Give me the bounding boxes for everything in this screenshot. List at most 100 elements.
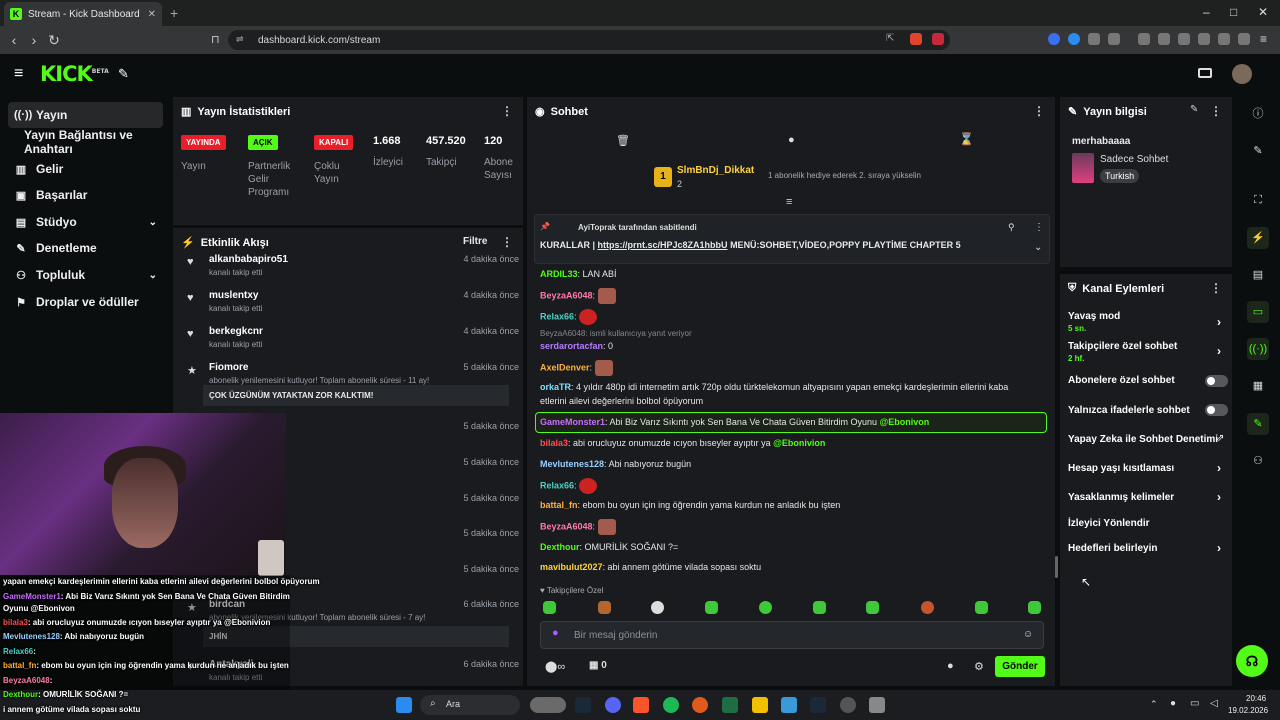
sidebar-item-studyo[interactable]: ▤ Stüdyo ⌄ (8, 209, 163, 235)
more-options-icon[interactable]: ⋮ (1210, 104, 1222, 118)
extension-icon[interactable] (1068, 33, 1080, 45)
steam-icon[interactable] (810, 697, 826, 713)
category-name[interactable]: Sadece Sohbet (1100, 154, 1168, 165)
address-bar[interactable]: dashboard.kick.com/stream (228, 30, 950, 50)
raid-setting[interactable]: İzleyici Yönlendir (1068, 518, 1150, 529)
minimize-icon[interactable]: – (1203, 5, 1210, 19)
extensions-puzzle-icon[interactable] (1088, 33, 1100, 45)
info-icon[interactable]: ⓘ (1247, 103, 1269, 125)
tray-chevron-icon[interactable]: ⌃ (1150, 699, 1158, 710)
account-age-setting[interactable]: Hesap yaşı kısıtlaması (1068, 463, 1174, 474)
edit-icon[interactable]: ✎ (1247, 140, 1269, 162)
chevron-right-icon[interactable]: › (1217, 490, 1221, 504)
top-gifter-name[interactable]: SlmBnDj_Dikkat (677, 165, 754, 176)
new-tab-icon[interactable]: + (170, 5, 178, 21)
leo-ai-icon[interactable] (1218, 33, 1230, 45)
sidebar-item-yayin[interactable]: ((·)) Yayın (8, 102, 163, 128)
emote-icon[interactable] (759, 601, 772, 614)
document-icon[interactable]: ▤ (1247, 264, 1269, 286)
support-headset-icon[interactable]: ☊ (1236, 645, 1268, 677)
trash-icon[interactable]: 🗑 (616, 134, 630, 147)
chevron-right-icon[interactable]: › (1217, 541, 1221, 555)
more-options-icon[interactable]: ⋮ (1034, 222, 1044, 233)
emote-icon[interactable] (651, 601, 664, 614)
wrench-icon[interactable]: ✎ (1247, 413, 1269, 435)
emote-icon[interactable] (975, 601, 988, 614)
lightning-icon[interactable]: ⚡ (1247, 227, 1269, 249)
sidebar-item-basarilar[interactable]: ▣ Başarılar (8, 182, 163, 208)
microphone-icon[interactable]: ● (552, 627, 559, 639)
chat-scrollbar[interactable] (1055, 556, 1058, 578)
banned-words-setting[interactable]: Yasaklanmış kelimeler (1068, 492, 1174, 503)
app-icon[interactable] (781, 697, 797, 713)
hourglass-icon[interactable]: ⌛ (959, 132, 974, 146)
chat-bubble-icon[interactable]: ● (947, 660, 954, 672)
user-avatar[interactable] (1232, 64, 1252, 84)
emote-icon[interactable] (543, 601, 556, 614)
discord-icon[interactable] (605, 697, 621, 713)
close-tab-icon[interactable]: ✕ (148, 9, 156, 20)
broadcast-icon[interactable]: ((·)) (1247, 338, 1269, 360)
spotify-icon[interactable] (663, 697, 679, 713)
more-options-icon[interactable]: ⋮ (1033, 104, 1045, 118)
sidebar-item-stream-key[interactable]: Yayın Bağlantısı ve Anahtarı (8, 128, 163, 156)
site-info-icon[interactable]: ⇌ (236, 34, 244, 45)
download-icon[interactable] (1138, 33, 1150, 45)
sidebar-item-denetleme[interactable]: ✎ Denetleme (8, 235, 163, 261)
emote-only-toggle[interactable] (1205, 404, 1228, 416)
chevron-right-icon[interactable]: › (1217, 315, 1221, 329)
forward-icon[interactable]: › (24, 32, 44, 48)
browser-tab[interactable]: K Stream - Kick Dashboard ✕ (4, 2, 162, 26)
chevron-right-icon[interactable]: › (1217, 461, 1221, 475)
bookmark-icon[interactable]: ⊓ (211, 33, 220, 46)
clock-date[interactable]: 19.02.2026 (1228, 706, 1268, 715)
close-window-icon[interactable]: ✕ (1258, 5, 1268, 19)
emoji-icon[interactable]: ☺ (1023, 629, 1033, 640)
app-icon[interactable] (692, 697, 708, 713)
volume-icon[interactable]: ◁ (1210, 698, 1218, 709)
more-options-icon[interactable]: ⋮ (501, 235, 513, 249)
file-explorer-icon[interactable] (752, 697, 768, 713)
share-icon[interactable]: ⇱ (886, 33, 898, 45)
maximize-icon[interactable]: □ (1230, 5, 1237, 19)
send-button[interactable]: Gönder (995, 656, 1045, 677)
sidebar-item-droplar[interactable]: ⚑ Droplar ve ödüller (8, 289, 163, 315)
microphone-icon[interactable]: ● (1170, 698, 1176, 709)
widget-icon[interactable] (530, 697, 566, 713)
windows-start-icon[interactable] (396, 697, 412, 713)
chat-bubble-icon[interactable]: ● (788, 134, 795, 146)
collapse-icon[interactable]: ≡ (786, 196, 792, 208)
emote-icon[interactable] (1028, 601, 1041, 614)
back-icon[interactable]: ‹ (4, 32, 24, 48)
extension-icon[interactable] (1108, 33, 1120, 45)
more-options-icon[interactable]: ⋮ (501, 104, 513, 118)
brave-shield-icon[interactable] (910, 33, 922, 45)
chat-icon[interactable]: ▭ (1247, 301, 1269, 323)
steam-icon[interactable] (575, 697, 591, 713)
studio-camera-icon[interactable] (1198, 68, 1212, 78)
reload-icon[interactable]: ↻ (44, 32, 64, 49)
emote-icon[interactable] (866, 601, 879, 614)
obs-icon[interactable] (840, 697, 856, 713)
hamburger-menu-icon[interactable]: ≡ (14, 65, 23, 83)
clock-time[interactable]: 20:46 (1246, 694, 1266, 703)
wallet-icon[interactable] (1198, 33, 1210, 45)
goals-setting[interactable]: Hedefleri belirleyin (1068, 543, 1157, 554)
vpn-icon[interactable] (1238, 33, 1250, 45)
chevron-right-icon[interactable]: › (1217, 344, 1221, 358)
brave-icon[interactable] (633, 697, 649, 713)
pinned-link[interactable]: https://prnt.sc/HPJc8ZA1hbbU (598, 240, 728, 250)
followers-only-setting[interactable]: Takipçilere özel sohbet 2 hf. (1068, 341, 1177, 363)
sidebar-icon[interactable] (1178, 33, 1190, 45)
edit-icon[interactable]: ✎ (1190, 104, 1198, 115)
kick-logo[interactable]: KICKBETA (40, 62, 109, 86)
settings-gear-icon[interactable] (869, 697, 885, 713)
media-icon[interactable] (1158, 33, 1170, 45)
sidebar-item-topluluk[interactable]: ⚇ Topluluk ⌄ (8, 262, 163, 288)
emote-icon[interactable] (705, 601, 718, 614)
ai-moderation-setting[interactable]: Yapay Zeka ile Sohbet Denetimi (1068, 434, 1218, 445)
gift-box-icon[interactable]: ▦ (1247, 375, 1269, 397)
browser-menu-icon[interactable]: ≡ (1260, 32, 1267, 46)
emote-icon[interactable] (921, 601, 934, 614)
more-options-icon[interactable]: ⋮ (1210, 281, 1222, 295)
